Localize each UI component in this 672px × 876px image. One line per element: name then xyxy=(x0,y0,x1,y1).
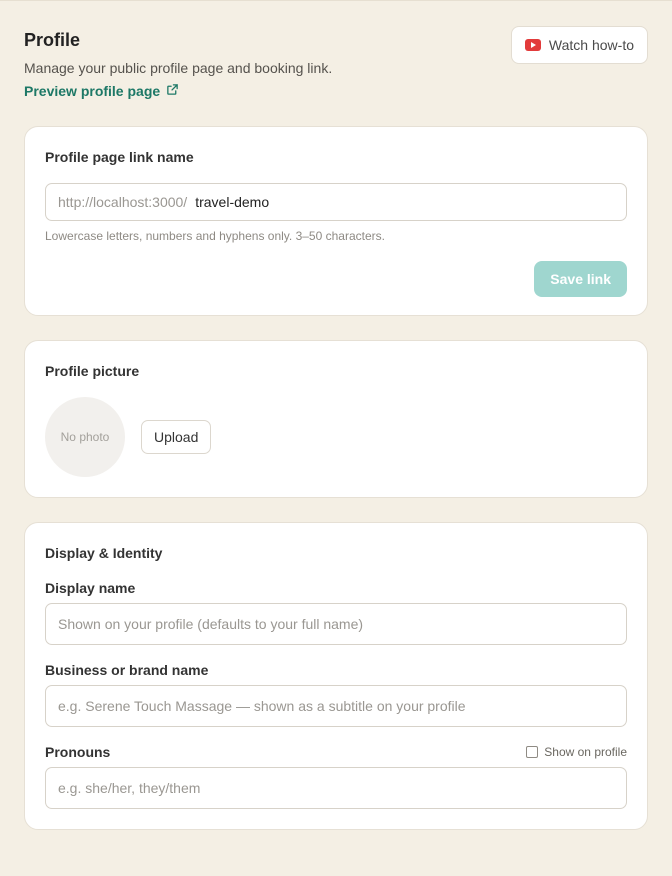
business-name-input[interactable] xyxy=(45,685,627,727)
preview-profile-link[interactable]: Preview profile page xyxy=(24,82,179,100)
external-link-icon xyxy=(166,82,179,100)
profile-link-card: Profile page link name http://localhost:… xyxy=(24,126,648,316)
business-name-label: Business or brand name xyxy=(45,662,209,678)
pronouns-label: Pronouns xyxy=(45,744,111,760)
show-on-profile-checkbox[interactable] xyxy=(526,746,539,758)
display-name-input[interactable] xyxy=(45,603,627,645)
show-on-profile-label: Show on profile xyxy=(544,745,627,759)
page-header: Profile Manage your public profile page … xyxy=(24,26,648,126)
pronouns-input[interactable] xyxy=(45,767,627,809)
profile-picture-card-title: Profile picture xyxy=(45,363,140,379)
show-pronouns-toggle[interactable]: Show on profile xyxy=(526,745,627,759)
preview-profile-link-label: Preview profile page xyxy=(24,83,161,99)
profile-link-prefix: http://localhost:3000/ xyxy=(58,194,188,210)
upload-button[interactable]: Upload xyxy=(141,420,212,454)
save-link-button[interactable]: Save link xyxy=(534,261,627,297)
avatar-placeholder: No photo xyxy=(45,397,125,477)
display-identity-card: Display & Identity Display name Business… xyxy=(24,522,648,830)
profile-link-field[interactable]: http://localhost:3000/ xyxy=(45,183,627,221)
profile-picture-card: Profile picture No photo Upload xyxy=(24,340,648,498)
display-name-label: Display name xyxy=(45,580,136,596)
display-identity-card-title: Display & Identity xyxy=(45,545,163,561)
profile-link-hint: Lowercase letters, numbers and hyphens o… xyxy=(45,229,385,243)
profile-link-input[interactable] xyxy=(195,194,614,210)
watch-how-to-label: Watch how-to xyxy=(548,37,634,53)
profile-page: Profile Manage your public profile page … xyxy=(0,0,672,876)
watch-how-to-button[interactable]: Watch how-to xyxy=(510,26,648,64)
youtube-icon xyxy=(524,39,541,51)
profile-link-card-title: Profile page link name xyxy=(45,149,194,165)
